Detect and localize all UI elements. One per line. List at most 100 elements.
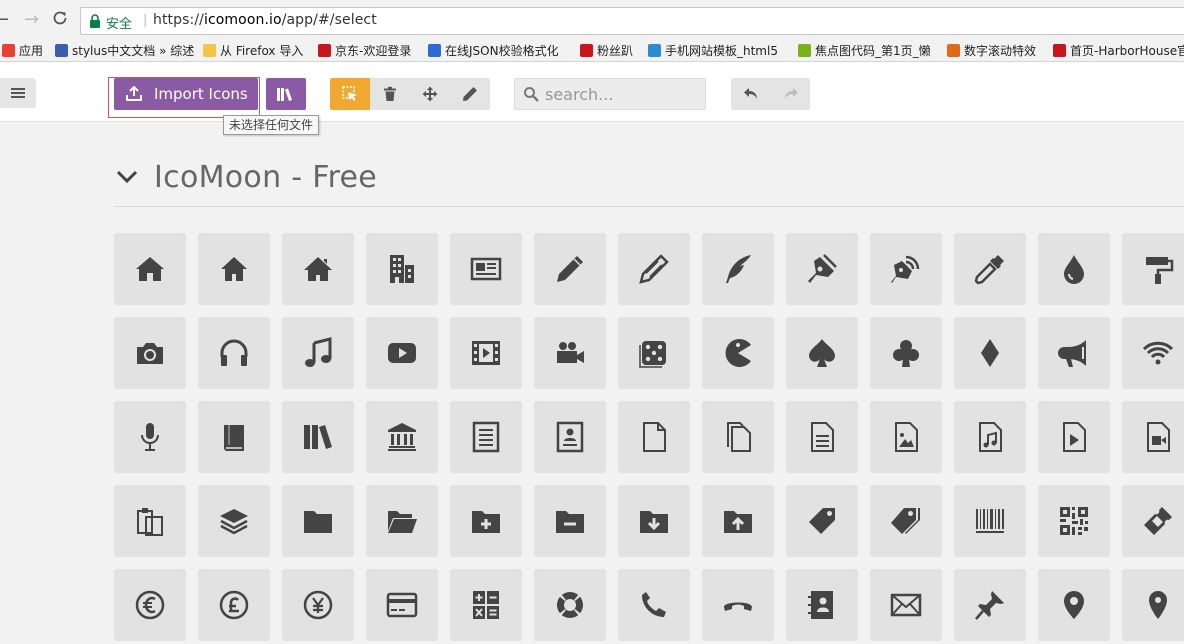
bookmark-item[interactable]: 粉丝趴 — [580, 43, 633, 59]
icon-tile-clubs[interactable] — [870, 317, 942, 389]
back-arrow-icon[interactable]: ← — [0, 10, 9, 30]
icon-tile-music[interactable] — [282, 317, 354, 389]
bookmark-favicon-icon — [318, 44, 331, 57]
icon-tile-quill[interactable] — [702, 233, 774, 305]
icon-tile-calculator[interactable] — [450, 569, 522, 641]
icon-tile-folder[interactable] — [282, 485, 354, 557]
icon-tile-home3[interactable] — [282, 233, 354, 305]
icon-tile-pen[interactable] — [786, 233, 858, 305]
icon-tile-headphones[interactable] — [198, 317, 270, 389]
icon-tile-file-text2[interactable] — [786, 401, 858, 473]
icon-tile-copy[interactable] — [114, 485, 186, 557]
icon-library-button[interactable] — [266, 78, 306, 110]
icon-tile-profile[interactable] — [534, 401, 606, 473]
icon-tile-lifebuoy[interactable] — [534, 569, 606, 641]
icon-tile-play[interactable] — [366, 317, 438, 389]
icon-tile-folder-minus[interactable] — [534, 485, 606, 557]
move-icon — [422, 86, 438, 102]
profile-icon — [556, 421, 584, 453]
coin-euro-icon — [135, 590, 165, 620]
icon-tile-credit-card[interactable] — [366, 569, 438, 641]
file-play-icon — [1063, 422, 1086, 452]
address-bar[interactable]: 安全 | https://icomoon.io/app/#/select — [80, 7, 1184, 35]
icon-tile-mic[interactable] — [114, 401, 186, 473]
icon-tile-coin-pound[interactable] — [198, 569, 270, 641]
icon-tile-spades[interactable] — [786, 317, 858, 389]
bookmark-label: 焦点图代码_第1页_懒 — [815, 44, 931, 58]
bookmark-item[interactable]: 应用 — [2, 43, 43, 59]
icon-tile-price-tags[interactable] — [870, 485, 942, 557]
icon-tile-eyedropper[interactable] — [954, 233, 1026, 305]
chevron-down-icon[interactable] — [116, 169, 138, 185]
import-icons-button[interactable]: Import Icons — [114, 78, 258, 110]
icon-tile-envelop[interactable] — [870, 569, 942, 641]
bookmark-item[interactable]: 手机网站模板_html5 — [648, 43, 778, 59]
icon-tile-files-empty[interactable] — [702, 401, 774, 473]
icon-tile-droplet[interactable] — [1038, 233, 1110, 305]
icon-tile-location[interactable] — [1038, 569, 1110, 641]
app-toolbar: Import Icons 未选择任何文件 — [0, 62, 1184, 135]
icon-tile-barcode[interactable] — [954, 485, 1026, 557]
icon-tile-book[interactable] — [198, 401, 270, 473]
icon-tile-library[interactable] — [366, 401, 438, 473]
icon-tile-address-book[interactable] — [786, 569, 858, 641]
icon-tile-blog[interactable] — [870, 233, 942, 305]
bookmark-item[interactable]: 数字滚动特效 — [947, 43, 1036, 59]
icon-tile-phone[interactable] — [618, 569, 690, 641]
menu-button[interactable] — [0, 78, 36, 108]
icon-tile-file-picture[interactable] — [870, 401, 942, 473]
icon-tile-stack[interactable] — [198, 485, 270, 557]
redo-button[interactable] — [771, 78, 810, 110]
icon-tile-home2[interactable] — [198, 233, 270, 305]
undo-button[interactable] — [731, 78, 771, 110]
phone-icon — [642, 592, 666, 617]
icon-tile-dice[interactable] — [618, 317, 690, 389]
icon-tile-folder-upload[interactable] — [702, 485, 774, 557]
icon-tile-file-empty[interactable] — [618, 401, 690, 473]
search-input[interactable] — [545, 83, 695, 105]
icon-tile-pencil2[interactable] — [618, 233, 690, 305]
icon-tile-camera[interactable] — [114, 317, 186, 389]
icon-tile-bullhorn[interactable] — [1038, 317, 1110, 389]
folder-upload-icon — [724, 511, 752, 533]
icon-tile-file-text[interactable] — [450, 401, 522, 473]
search-box[interactable] — [514, 78, 706, 110]
icon-tile-coin-yen[interactable] — [282, 569, 354, 641]
icon-tile-ticket[interactable] — [1122, 485, 1184, 557]
icon-tile-folder-download[interactable] — [618, 485, 690, 557]
icon-tile-pencil[interactable] — [534, 233, 606, 305]
icon-tile-price-tag[interactable] — [786, 485, 858, 557]
icon-tile-pacman[interactable] — [702, 317, 774, 389]
icon-tile-home[interactable] — [114, 233, 186, 305]
icon-tile-qrcode[interactable] — [1038, 485, 1110, 557]
icon-tile-phone-hang-up[interactable] — [702, 569, 774, 641]
icon-tile-file-video[interactable] — [1122, 401, 1184, 473]
edit-mode-button[interactable] — [450, 78, 490, 110]
icon-tile-books[interactable] — [282, 401, 354, 473]
forward-arrow-icon[interactable]: → — [24, 10, 39, 30]
bookmark-item[interactable]: 京东-欢迎登录 — [318, 43, 411, 59]
bookmark-item[interactable]: 在线JSON校验格式化 — [428, 43, 559, 59]
icon-tile-film[interactable] — [450, 317, 522, 389]
delete-mode-button[interactable] — [370, 78, 410, 110]
move-mode-button[interactable] — [410, 78, 450, 110]
icon-tile-connection[interactable] — [1122, 317, 1184, 389]
icon-tile-location2[interactable] — [1122, 569, 1184, 641]
bookmark-item[interactable]: 首页-HarborHouse官 — [1053, 43, 1184, 59]
icon-tile-video-camera[interactable] — [534, 317, 606, 389]
icon-tile-newspaper[interactable] — [450, 233, 522, 305]
bookmark-item[interactable]: stylus中文文档 » 综述 — [55, 43, 194, 59]
icon-tile-office[interactable] — [366, 233, 438, 305]
icon-tile-file-music[interactable] — [954, 401, 1026, 473]
select-mode-button[interactable] — [330, 78, 370, 110]
icon-tile-coin-euro[interactable] — [114, 569, 186, 641]
bookmark-item[interactable]: 焦点图代码_第1页_懒 — [798, 43, 931, 59]
icon-tile-diamonds[interactable] — [954, 317, 1026, 389]
icon-tile-pushpin[interactable] — [954, 569, 1026, 641]
bookmark-item[interactable]: 从 Firefox 导入 — [203, 43, 303, 59]
icon-tile-folder-open[interactable] — [366, 485, 438, 557]
icon-tile-file-play[interactable] — [1038, 401, 1110, 473]
reload-icon[interactable] — [52, 10, 68, 31]
icon-tile-paint-format[interactable] — [1122, 233, 1184, 305]
icon-tile-folder-plus[interactable] — [450, 485, 522, 557]
